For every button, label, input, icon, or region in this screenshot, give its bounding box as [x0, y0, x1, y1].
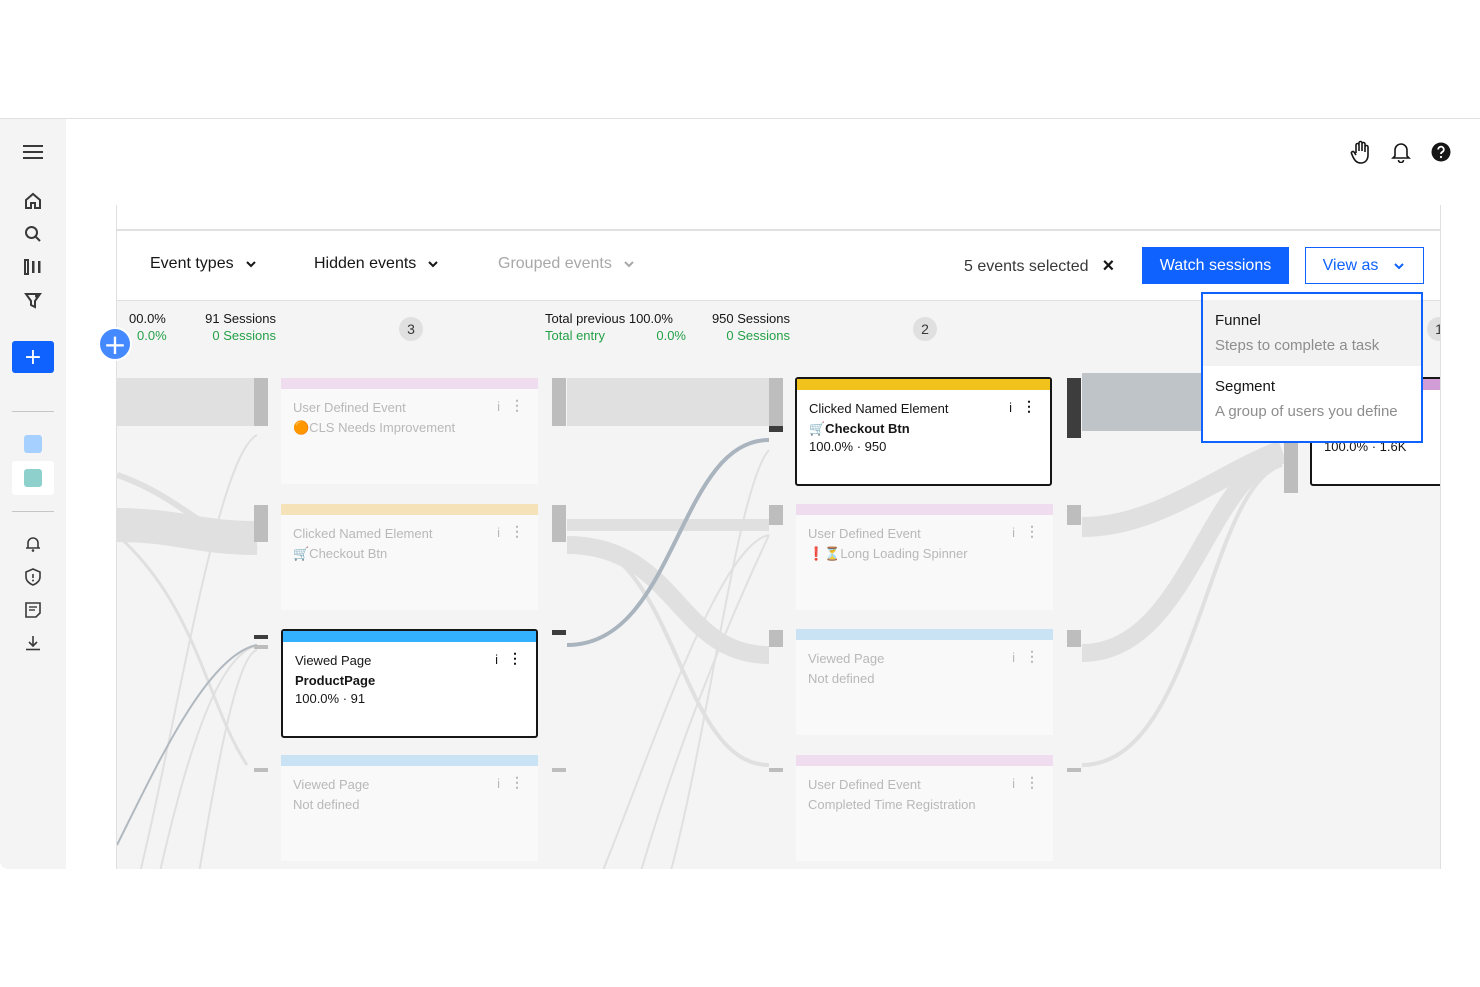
- event-type-bar: [281, 504, 538, 515]
- stat-sessions-entry: 0 Sessions: [212, 328, 276, 343]
- menu-icon[interactable]: [20, 139, 46, 165]
- download-icon[interactable]: [20, 630, 46, 656]
- event-card-selected[interactable]: Viewed Page ProductPage 100.0% · 91 i ⋮: [281, 629, 538, 738]
- event-type-bar: [283, 631, 536, 642]
- bell-icon[interactable]: [20, 531, 46, 557]
- column-2-stats: Total previous 100.0% Total entry 0.0%: [545, 310, 686, 344]
- add-step-button[interactable]: +: [98, 327, 132, 361]
- event-type: Clicked Named Element: [293, 526, 433, 541]
- info-icon[interactable]: i: [1009, 400, 1012, 415]
- stat-pct-entry: 0.0%: [137, 328, 167, 343]
- event-name: 🛒Checkout Btn: [293, 546, 388, 561]
- event-type: User Defined Event: [808, 777, 921, 792]
- event-type-bar: [796, 504, 1053, 515]
- view-as-menu: Funnel Steps to complete a task Segment …: [1201, 292, 1423, 443]
- info-icon[interactable]: i: [1012, 525, 1015, 540]
- event-stats: 100.0% · 91: [295, 691, 366, 706]
- notification-bell-icon[interactable]: [1388, 139, 1414, 165]
- overflow-menu-icon[interactable]: ⋮: [510, 397, 524, 414]
- overflow-menu-icon[interactable]: ⋮: [1025, 774, 1039, 791]
- column-3-stats: 00.0% 0.0%: [129, 310, 167, 344]
- info-icon[interactable]: i: [497, 525, 500, 540]
- event-type: Viewed Page: [808, 651, 885, 666]
- event-type: Clicked Named Element: [809, 401, 949, 416]
- overflow-menu-icon[interactable]: ⋮: [510, 523, 524, 540]
- event-name: 🟠CLS Needs Improvement: [293, 420, 456, 435]
- menu-item-title: Funnel: [1215, 312, 1261, 329]
- event-name: Not defined: [808, 671, 875, 686]
- menu-item-segment[interactable]: Segment A group of users you define: [1203, 366, 1421, 432]
- event-type-bar: [797, 379, 1050, 390]
- overflow-menu-icon[interactable]: ⋮: [1025, 523, 1039, 540]
- sidebar-divider: [12, 511, 54, 512]
- stat-value: 0.0%: [656, 328, 686, 343]
- info-icon[interactable]: i: [495, 652, 498, 667]
- event-name: ❗⏳Long Loading Spinner: [808, 546, 968, 561]
- event-type: User Defined Event: [808, 526, 921, 541]
- event-type-bar: [281, 755, 538, 766]
- event-name: 🛒Checkout Btn: [809, 421, 910, 436]
- column-2-sessions: 950 Sessions 0 Sessions: [705, 310, 790, 344]
- event-type: Viewed Page: [293, 777, 370, 792]
- sidebar-divider: [12, 411, 54, 412]
- home-icon[interactable]: [20, 188, 46, 214]
- info-icon[interactable]: i: [497, 399, 500, 414]
- event-card[interactable]: Viewed Page Not defined i ⋮: [796, 629, 1053, 735]
- event-type: User Defined Event: [293, 400, 406, 415]
- event-name: Completed Time Registration: [808, 797, 976, 812]
- stat-sessions: 91 Sessions: [205, 311, 276, 326]
- step-number: 3: [399, 317, 423, 341]
- event-type-bar: [281, 378, 538, 389]
- menu-item-description: A group of users you define: [1215, 403, 1398, 420]
- event-card[interactable]: User Defined Event ❗⏳Long Loading Spinne…: [796, 504, 1053, 610]
- menu-item-title: Segment: [1215, 378, 1276, 395]
- sidebar: +: [0, 119, 66, 869]
- header-actions: [1348, 139, 1454, 165]
- event-stats: 100.0% · 950: [809, 439, 887, 454]
- event-name: ProductPage: [295, 673, 376, 688]
- overflow-menu-icon[interactable]: ⋮: [508, 650, 522, 667]
- menu-item-funnel[interactable]: Funnel Steps to complete a task: [1203, 300, 1421, 366]
- info-icon[interactable]: i: [497, 776, 500, 791]
- stat-label: Total previous: [545, 311, 626, 326]
- menu-item-description: Steps to complete a task: [1215, 337, 1380, 354]
- event-card[interactable]: Clicked Named Element 🛒Checkout Btn i ⋮: [281, 504, 538, 610]
- workspace-square-2[interactable]: [24, 469, 42, 487]
- search-icon[interactable]: [20, 221, 46, 247]
- app-window: + Event types Hidden events Grouped even…: [0, 118, 1480, 869]
- hand-icon[interactable]: [1348, 139, 1374, 165]
- stat-value: 100.0%: [628, 311, 673, 326]
- stat-label: Total entry: [545, 328, 605, 343]
- create-button[interactable]: +: [12, 341, 54, 373]
- overflow-menu-icon[interactable]: ⋮: [510, 774, 524, 791]
- event-type-bar: [796, 629, 1053, 640]
- stat-pct: 00.0%: [129, 311, 166, 326]
- shield-icon[interactable]: [20, 564, 46, 590]
- info-icon[interactable]: i: [1012, 776, 1015, 791]
- stat-sessions-entry: 0 Sessions: [726, 328, 790, 343]
- overflow-menu-icon[interactable]: ⋮: [1022, 398, 1036, 415]
- event-type-bar: [796, 755, 1053, 766]
- workspace-square-1[interactable]: [24, 435, 42, 453]
- event-card[interactable]: User Defined Event 🟠CLS Needs Improvemen…: [281, 378, 538, 484]
- funnel-icon[interactable]: [20, 287, 46, 313]
- help-icon[interactable]: [1428, 139, 1454, 165]
- stat-sessions: 950 Sessions: [711, 311, 790, 326]
- journeys-icon[interactable]: [20, 254, 46, 280]
- event-type: Viewed Page: [295, 653, 372, 668]
- event-card-selected[interactable]: Clicked Named Element 🛒Checkout Btn 100.…: [795, 377, 1052, 486]
- info-icon[interactable]: i: [1012, 650, 1015, 665]
- overflow-menu-icon[interactable]: ⋮: [1025, 648, 1039, 665]
- step-number: 2: [913, 317, 937, 341]
- column-3-sessions: 91 Sessions 0 Sessions: [201, 310, 276, 344]
- event-card[interactable]: User Defined Event Completed Time Regist…: [796, 755, 1053, 861]
- event-name: Not defined: [293, 797, 360, 812]
- notes-icon[interactable]: [20, 597, 46, 623]
- event-card[interactable]: Viewed Page Not defined i ⋮: [281, 755, 538, 861]
